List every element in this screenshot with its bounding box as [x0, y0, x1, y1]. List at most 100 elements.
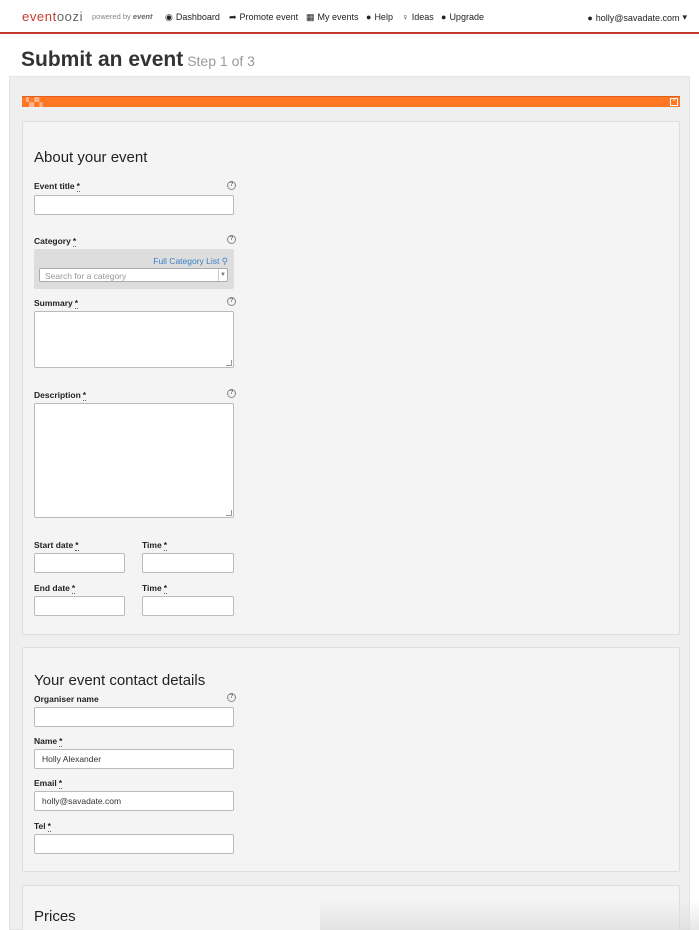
description-label-text: Description: [34, 390, 81, 400]
event-title-input[interactable]: [34, 195, 234, 215]
category-search-placeholder: Search for a category: [45, 271, 127, 281]
tel-input[interactable]: [34, 834, 234, 854]
summary-label: Summary *: [34, 298, 79, 309]
eventoozi-logo[interactable]: eventoozi: [22, 9, 83, 24]
user-icon: ●: [587, 12, 593, 23]
contact-details-title: Your event contact details: [34, 672, 206, 689]
search-icon: ⚲: [221, 256, 228, 266]
category-picker: Full Category List ⚲ Search for a catego…: [34, 249, 234, 289]
world-map-icon: ▚▞▚: [26, 98, 43, 107]
start-time-input[interactable]: [142, 553, 234, 573]
help-icon[interactable]: ?: [227, 389, 236, 398]
end-date-label: End date *: [34, 583, 76, 594]
prices-panel: Prices: [22, 885, 680, 930]
start-time-label-text: Time: [142, 540, 162, 550]
nav-upgrade-label: Upgrade: [449, 12, 484, 22]
help-icon[interactable]: ?: [227, 297, 236, 306]
email-input[interactable]: [34, 791, 234, 811]
event-title-label-text: Event title: [34, 181, 75, 191]
summary-textarea[interactable]: [34, 311, 234, 368]
orange-banner-bar: ▚▞▚ ^: [22, 96, 680, 107]
step-indicator: Step 1 of 3: [187, 53, 255, 69]
email-label: Email *: [34, 778, 62, 789]
nav-ideas[interactable]: ♀ Ideas: [402, 12, 434, 22]
powered-by-brand: event: [132, 12, 153, 21]
caret-down-icon: ▾: [682, 12, 687, 22]
start-date-label: Start date *: [34, 540, 79, 551]
about-event-title: About your event: [34, 149, 148, 166]
user-menu[interactable]: ● holly@savadate.com ▾: [587, 12, 687, 23]
powered-by: powered by event: [92, 12, 152, 21]
full-category-list-link[interactable]: Full Category List ⚲: [153, 256, 228, 267]
description-textarea[interactable]: [34, 403, 234, 518]
required-mark: *: [71, 583, 76, 594]
required-mark: *: [163, 583, 167, 594]
required-mark: *: [74, 298, 79, 309]
logo-text-suffix: oozi: [56, 9, 84, 24]
event-title-label: Event title *: [34, 181, 80, 192]
top-navbar: eventoozi powered by event ◉ Dashboard ➦…: [0, 0, 699, 34]
nav-my-events[interactable]: ▦ My events: [306, 12, 359, 22]
organiser-name-input[interactable]: [34, 707, 234, 727]
end-date-label-text: End date: [34, 583, 70, 593]
upload-icon: ●: [441, 11, 447, 22]
lightbulb-icon: ♀: [402, 11, 409, 22]
required-mark: *: [47, 821, 51, 832]
required-mark: *: [72, 236, 77, 247]
resize-handle-icon[interactable]: [226, 510, 232, 516]
required-mark: *: [59, 736, 63, 747]
end-time-input[interactable]: [142, 596, 234, 616]
dashboard-icon: ◉: [165, 11, 173, 22]
end-time-label: Time *: [142, 583, 167, 594]
resize-handle-icon[interactable]: [226, 360, 232, 366]
nav-help[interactable]: ● Help: [366, 12, 393, 22]
page-title: Submit an event Step 1 of 3: [21, 48, 255, 72]
name-label-text: Name: [34, 736, 58, 746]
collapse-icon[interactable]: ^: [670, 98, 678, 106]
help-icon[interactable]: ?: [227, 181, 236, 190]
tel-label-text: Tel: [34, 821, 46, 831]
category-search-select[interactable]: Search for a category ▼: [39, 268, 228, 282]
nav-ideas-label: Ideas: [411, 12, 434, 22]
logo-text-prefix: even: [22, 9, 53, 24]
start-date-input[interactable]: [34, 553, 125, 573]
help-icon[interactable]: ?: [227, 235, 236, 244]
prices-title: Prices: [34, 908, 76, 925]
full-category-list-text: Full Category List: [153, 256, 220, 266]
end-date-input[interactable]: [34, 596, 125, 616]
help-icon[interactable]: ?: [227, 693, 236, 702]
email-label-text: Email: [34, 778, 57, 788]
category-label-text: Category: [34, 236, 71, 246]
required-mark: *: [58, 778, 62, 789]
nav-dashboard-label: Dashboard: [175, 12, 220, 22]
nav-my-events-label: My events: [317, 12, 359, 22]
end-time-label-text: Time: [142, 583, 162, 593]
powered-by-text: powered by: [92, 12, 131, 21]
organiser-name-label: Organiser name: [34, 694, 99, 704]
description-label: Description *: [34, 390, 87, 401]
required-mark: *: [163, 540, 167, 551]
calendar-icon: ▦: [306, 11, 315, 22]
category-label: Category *: [34, 236, 77, 247]
tel-label: Tel *: [34, 821, 51, 832]
summary-label-text: Summary: [34, 298, 73, 308]
nav-promote-event[interactable]: ➦ Promote event: [229, 12, 298, 22]
required-mark: *: [75, 540, 79, 551]
page-title-text: Submit an event: [21, 48, 184, 71]
about-event-panel: About your event Event title * ? Category…: [22, 121, 680, 635]
required-mark: *: [82, 390, 87, 401]
share-arrow-icon: ➦: [229, 11, 237, 22]
contact-details-panel: Your event contact details Organiser nam…: [22, 647, 680, 872]
nav-help-label: Help: [374, 12, 393, 22]
nav-promote-event-label: Promote event: [239, 12, 299, 22]
user-email: holly@savadate.com: [595, 12, 680, 23]
nav-dashboard[interactable]: ◉ Dashboard: [165, 12, 220, 22]
start-date-label-text: Start date: [34, 540, 74, 550]
chevron-down-icon: ▼: [218, 269, 227, 281]
nav-upgrade[interactable]: ● Upgrade: [441, 12, 484, 22]
name-label: Name *: [34, 736, 63, 747]
start-time-label: Time *: [142, 540, 167, 551]
name-input[interactable]: [34, 749, 234, 769]
info-icon: ●: [366, 11, 372, 22]
required-mark: *: [76, 181, 80, 192]
